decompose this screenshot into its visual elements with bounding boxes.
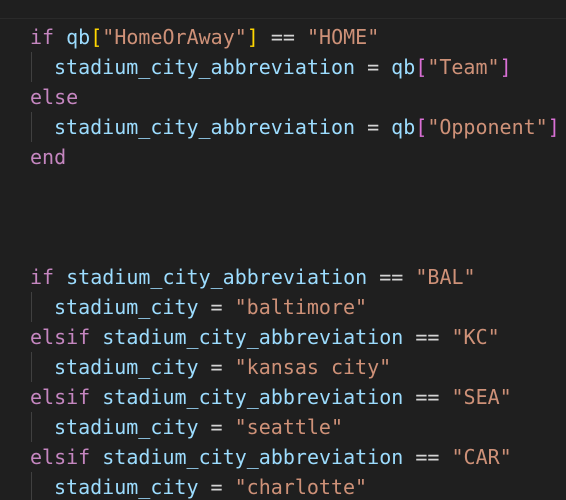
code-line-6[interactable]: if stadium_city_abbreviation == "BAL" — [30, 262, 476, 292]
variable-token: stadium_city_abbreviation — [102, 445, 404, 469]
bracket-token: [ — [415, 115, 428, 139]
operator-token: == — [415, 445, 440, 469]
bracket-token: ] — [499, 55, 512, 79]
keyword-token: else — [30, 85, 79, 109]
code-line-13[interactable]: stadium_city = "charlotte" — [54, 472, 367, 500]
string-token: "HOME" — [307, 25, 380, 49]
keyword-token: end — [30, 145, 67, 169]
variable-token: stadium_city_abbreviation — [54, 115, 356, 139]
string-token: "seattle" — [234, 415, 344, 439]
variable-token: stadium_city — [54, 295, 199, 319]
variable-token: qb — [66, 25, 91, 49]
indent-guide — [31, 52, 32, 82]
operator-token: = — [210, 415, 223, 439]
operator-token: = — [210, 355, 223, 379]
variable-token: stadium_city — [54, 415, 199, 439]
variable-token: stadium_city_abbreviation — [102, 325, 404, 349]
code-line-1[interactable]: if qb["HomeOrAway"] == "HOME" — [30, 22, 379, 52]
string-token: "SEA" — [451, 385, 512, 409]
operator-token: = — [367, 55, 380, 79]
string-token: "baltimore" — [234, 295, 368, 319]
bracket-token: [ — [90, 25, 103, 49]
operator-token: == — [415, 385, 440, 409]
indent-guide — [31, 292, 32, 322]
string-token: "KC" — [451, 325, 500, 349]
bracket-token: [ — [415, 55, 428, 79]
string-token: "Opponent" — [427, 115, 548, 139]
operator-token: == — [270, 25, 295, 49]
variable-token: stadium_city_abbreviation — [66, 265, 368, 289]
code-line-5[interactable]: end — [30, 142, 66, 172]
code-line-8[interactable]: elsif stadium_city_abbreviation == "KC" — [30, 322, 500, 352]
string-token: "charlotte" — [234, 475, 368, 499]
variable-token: stadium_city — [54, 355, 199, 379]
indent-guide — [31, 352, 32, 382]
variable-token: stadium_city_abbreviation — [54, 55, 356, 79]
variable-token: stadium_city — [54, 475, 199, 499]
operator-token: = — [210, 295, 223, 319]
keyword-token: if — [30, 265, 55, 289]
variable-token: stadium_city_abbreviation — [102, 385, 404, 409]
keyword-token: if — [30, 25, 55, 49]
code-line-11[interactable]: stadium_city = "seattle" — [54, 412, 343, 442]
code-line-10[interactable]: elsif stadium_city_abbreviation == "SEA" — [30, 382, 512, 412]
string-token: "Team" — [427, 55, 500, 79]
code-line-4[interactable]: stadium_city_abbreviation = qb["Opponent… — [54, 112, 560, 142]
code-line-12[interactable]: elsif stadium_city_abbreviation == "CAR" — [30, 442, 512, 472]
string-token: "BAL" — [415, 265, 476, 289]
variable-token: qb — [391, 115, 416, 139]
indent-guide — [31, 472, 32, 500]
operator-token: = — [210, 475, 223, 499]
keyword-token: elsif — [30, 445, 91, 469]
indent-guide — [31, 112, 32, 142]
string-token: "HomeOrAway" — [102, 25, 247, 49]
code-editor[interactable]: if qb["HomeOrAway"] == "HOME" stadium_ci… — [0, 0, 566, 500]
keyword-token: elsif — [30, 325, 91, 349]
code-line-3[interactable]: else — [30, 82, 78, 112]
indent-guide — [31, 412, 32, 442]
code-line-9[interactable]: stadium_city = "kansas city" — [54, 352, 391, 382]
editor-top-edge — [0, 0, 566, 19]
code-line-2[interactable]: stadium_city_abbreviation = qb["Team"] — [54, 52, 512, 82]
operator-token: = — [367, 115, 380, 139]
bracket-token: ] — [246, 25, 259, 49]
string-token: "CAR" — [451, 445, 512, 469]
bracket-token: ] — [547, 115, 560, 139]
keyword-token: elsif — [30, 385, 91, 409]
operator-token: == — [379, 265, 404, 289]
variable-token: qb — [391, 55, 416, 79]
code-line-7[interactable]: stadium_city = "baltimore" — [54, 292, 367, 322]
string-token: "kansas city" — [234, 355, 392, 379]
operator-token: == — [415, 325, 440, 349]
